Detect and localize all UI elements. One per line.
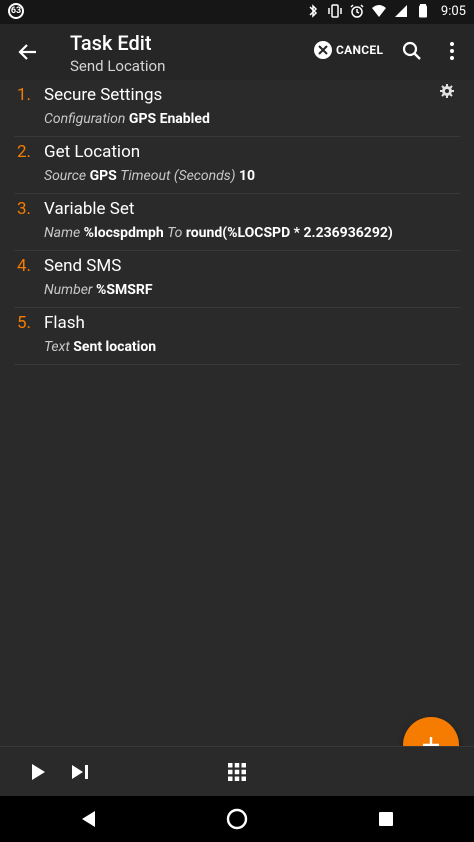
alarm-icon (350, 4, 364, 18)
bottom-toolbar (0, 746, 474, 797)
action-name: Variable Set (44, 199, 135, 219)
action-name: Secure Settings (44, 85, 163, 105)
close-icon (314, 41, 332, 59)
notification-count: 63 (8, 3, 24, 19)
nav-home-icon[interactable] (226, 808, 248, 830)
action-item-variable-set[interactable]: 3. Variable Set Name %locspdmph To round… (14, 194, 460, 251)
skip-next-icon[interactable] (70, 763, 90, 781)
arg-label: To (167, 225, 183, 241)
signal-icon (394, 5, 407, 17)
arg-label: Source (44, 168, 87, 184)
action-name: Flash (44, 313, 85, 333)
task-name: Send Location (70, 57, 166, 75)
arg-label: Text (44, 339, 70, 355)
action-number: 2. (17, 142, 32, 162)
action-item-secure-settings[interactable]: 1. Secure Settings Configuration GPS Ena… (14, 80, 460, 137)
bluetooth-icon (309, 4, 317, 18)
arg-value: Sent location (73, 339, 157, 355)
arg-value: GPS (89, 168, 117, 184)
arg-value: 10 (239, 168, 256, 184)
cancel-button[interactable]: CANCEL (314, 41, 383, 59)
arg-label: Number (44, 282, 93, 298)
action-number: 4. (17, 256, 32, 276)
play-icon[interactable] (30, 763, 46, 781)
action-args: Number %SMSRF (44, 282, 153, 298)
status-bar: 63 9:05 (0, 0, 474, 24)
action-name: Send SMS (44, 256, 122, 276)
nav-recent-apps-icon[interactable] (378, 811, 394, 827)
grid-menu-icon[interactable] (227, 762, 247, 782)
action-list: 1. Secure Settings Configuration GPS Ena… (0, 80, 474, 365)
page-title: Task Edit (70, 31, 152, 55)
wifi-icon (371, 5, 386, 17)
arg-label: Name (44, 225, 81, 241)
vibrate-icon (328, 4, 342, 18)
search-icon[interactable] (401, 40, 423, 62)
status-icons: 9:05 (305, 3, 466, 19)
system-nav-bar (0, 796, 474, 842)
app-bar: Task Edit Send Location CANCEL (0, 24, 474, 80)
action-number: 1. (17, 85, 32, 105)
action-args: Configuration GPS Enabled (44, 111, 210, 127)
action-item-flash[interactable]: 5. Flash Text Sent location (14, 308, 460, 365)
arg-value: GPS Enabled (128, 111, 210, 127)
action-item-get-location[interactable]: 2. Get Location Source GPS Timeout (Seco… (14, 137, 460, 194)
status-time: 9:05 (440, 3, 466, 19)
back-arrow-icon[interactable] (16, 40, 40, 64)
action-args: Source GPS Timeout (Seconds) 10 (44, 168, 255, 184)
notification-badge: 63 (8, 3, 24, 19)
action-args: Name %locspdmph To round(%LOCSPD * 2.236… (44, 225, 393, 241)
action-item-send-sms[interactable]: 4. Send SMS Number %SMSRF (14, 251, 460, 308)
arg-value: %SMSRF (96, 282, 153, 298)
arg-value: %locspdmph (83, 225, 164, 241)
action-name: Get Location (44, 142, 141, 162)
cancel-label: CANCEL (336, 43, 384, 57)
arg-label: Configuration (44, 111, 126, 127)
arg-label: Timeout (Seconds) (120, 168, 236, 184)
action-number: 3. (17, 199, 32, 219)
more-options-icon[interactable] (448, 40, 456, 62)
gear-icon[interactable] (440, 84, 454, 98)
action-args: Text Sent location (44, 339, 156, 355)
nav-back-icon[interactable] (80, 810, 98, 828)
battery-icon (418, 4, 427, 18)
action-number: 5. (17, 313, 32, 333)
arg-value: round(%LOCSPD * 2.236936292) (185, 225, 393, 241)
